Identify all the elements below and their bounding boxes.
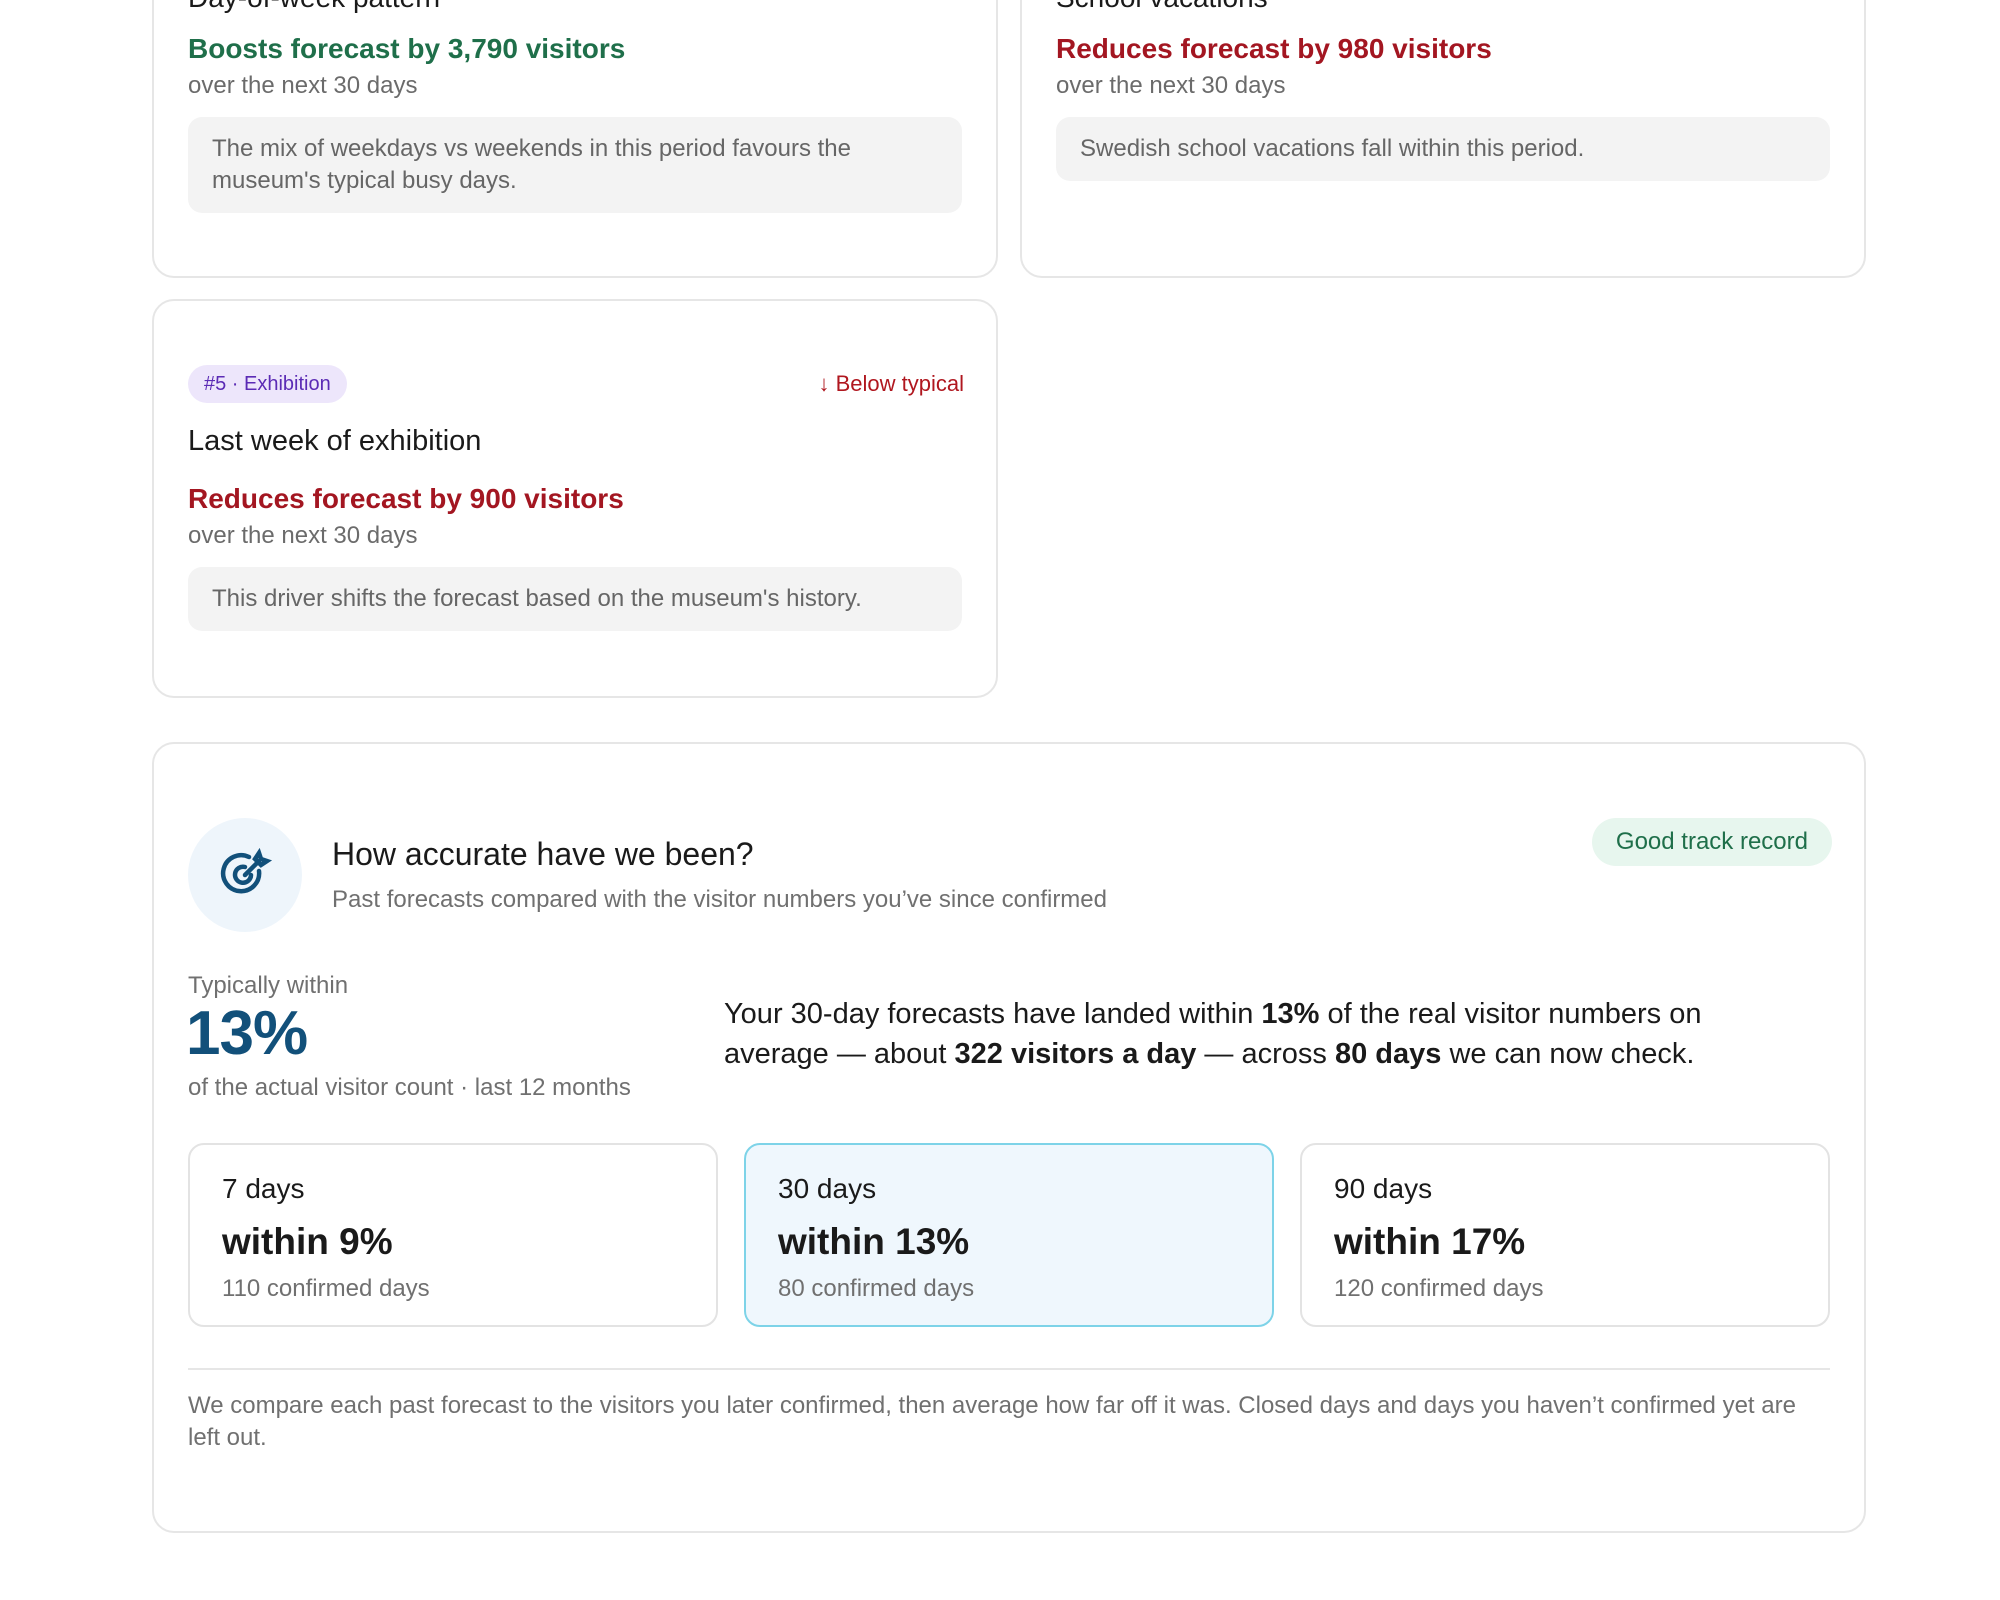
window-count: 110 confirmed days	[222, 1275, 430, 1302]
driver-card-exhibition: #5 · Exhibition ↓ Below typical Last wee…	[152, 299, 998, 698]
driver-card-day-of-week: Day-of-week pattern Boosts forecast by 3…	[152, 0, 998, 278]
driver-rank-badge: #5 · Exhibition	[188, 365, 347, 403]
window-label: 30 days	[778, 1173, 877, 1204]
accuracy-window-90-days[interactable]: 90 days within 17% 120 confirmed days	[1300, 1143, 1830, 1327]
driver-effect: Boosts forecast by 3,790 visitors	[188, 33, 626, 64]
driver-title: Last week of exhibition	[188, 425, 482, 457]
driver-title: Day-of-week pattern	[188, 0, 440, 14]
typical-caption: of the actual visitor count · last 12 mo…	[188, 1074, 631, 1101]
driver-note: The mix of weekdays vs weekends in this …	[188, 117, 962, 213]
track-record-badge: Good track record	[1591, 818, 1832, 866]
driver-horizon: over the next 30 days	[188, 72, 418, 99]
window-label: 90 days	[1334, 1173, 1433, 1204]
trend-below-typical: ↓ Below typical	[818, 371, 964, 396]
driver-card-school-vacations: School vacations Reduces forecast by 980…	[1020, 0, 1866, 278]
typical-label: Typically within	[188, 972, 349, 999]
driver-effect: Reduces forecast by 900 visitors	[188, 483, 624, 514]
typical-accuracy-value: 13%	[186, 999, 308, 1068]
window-count: 120 confirmed days	[1334, 1275, 1544, 1302]
window-value: within 9%	[222, 1221, 393, 1262]
window-count: 80 confirmed days	[778, 1275, 975, 1302]
driver-horizon: over the next 30 days	[1056, 72, 1286, 99]
driver-note: This driver shifts the forecast based on…	[188, 567, 962, 631]
accuracy-card: How accurate have we been? Past forecast…	[152, 742, 1866, 1533]
target-icon	[188, 818, 302, 932]
accuracy-window-7-days[interactable]: 7 days within 9% 110 confirmed days	[188, 1143, 718, 1327]
window-value: within 17%	[1334, 1221, 1526, 1262]
accuracy-window-30-days[interactable]: 30 days within 13% 80 confirmed days	[744, 1143, 1274, 1327]
driver-horizon: over the next 30 days	[188, 522, 418, 549]
accuracy-subtitle: Past forecasts compared with the visitor…	[332, 886, 1107, 913]
window-label: 7 days	[222, 1173, 305, 1204]
divider	[188, 1368, 1830, 1370]
driver-title: School vacations	[1056, 0, 1268, 14]
methodology-footnote: We compare each past forecast to the vis…	[188, 1392, 1796, 1451]
driver-effect: Reduces forecast by 980 visitors	[1056, 33, 1492, 64]
driver-note: Swedish school vacations fall within thi…	[1056, 117, 1830, 181]
accuracy-summary: Your 30-day forecasts have landed within…	[724, 998, 1702, 1070]
page: Day-of-week pattern Boosts forecast by 3…	[0, 0, 2000, 1600]
accuracy-title: How accurate have we been?	[332, 836, 754, 872]
window-value: within 13%	[778, 1221, 970, 1262]
